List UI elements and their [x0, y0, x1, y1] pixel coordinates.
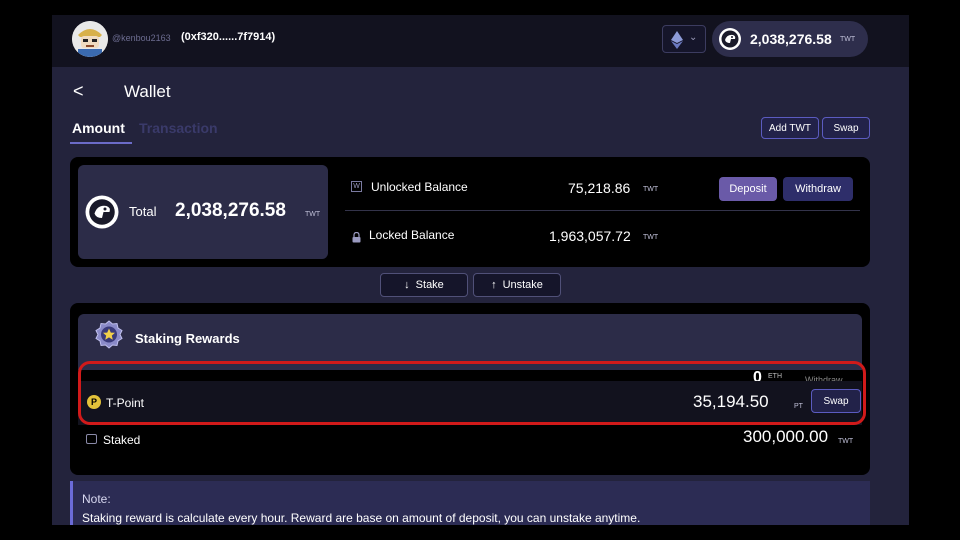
- ethereum-icon: [671, 31, 683, 54]
- staked-wallet-icon: [86, 434, 97, 444]
- arrow-up-icon: ↑: [491, 279, 497, 291]
- unlocked-balance-amount: 75,218.86: [568, 180, 631, 196]
- avatar[interactable]: [72, 21, 108, 57]
- wallet-icon: W: [351, 181, 362, 192]
- wallet-address[interactable]: (0xf320......7f7914): [181, 31, 275, 43]
- total-amount: 2,038,276.58: [175, 200, 286, 221]
- unstake-button-label: Unstake: [502, 279, 543, 291]
- username: @kenbou2163: [112, 33, 171, 43]
- tpoint-highlight-outline: [78, 361, 866, 425]
- staking-rewards-title: Staking Rewards: [135, 331, 240, 346]
- back-chevron-icon[interactable]: <: [73, 81, 84, 102]
- header-balance-amount: 2,038,276.58: [750, 31, 832, 47]
- unstake-button[interactable]: ↑ Unstake: [473, 273, 561, 297]
- divider: [345, 210, 860, 211]
- wallet-app: @kenbou2163 (0xf320......7f7914) ⌄ 2,038…: [52, 15, 909, 525]
- staked-amount: 300,000.00: [743, 427, 829, 446]
- unlocked-balance-label: Unlocked Balance: [371, 180, 468, 194]
- unlocked-balance-unit: TWT: [643, 186, 659, 193]
- stake-button[interactable]: ↓ Stake: [380, 273, 468, 297]
- page-title: Wallet: [124, 82, 171, 101]
- stake-button-label: Stake: [415, 279, 444, 291]
- locked-balance-label: Locked Balance: [369, 228, 455, 242]
- locked-balance-unit: TWT: [643, 234, 659, 241]
- top-bar: @kenbou2163 (0xf320......7f7914) ⌄ 2,038…: [52, 15, 909, 67]
- staked-label: Staked: [103, 433, 141, 447]
- active-tab-indicator: [70, 142, 132, 144]
- avatar-image-icon: [72, 21, 108, 57]
- lock-icon: [352, 230, 361, 248]
- note-box: Note: Staking reward is calculate every …: [70, 481, 870, 525]
- tab-amount[interactable]: Amount: [72, 120, 125, 136]
- total-label: Total: [129, 204, 157, 219]
- balance-panel: Total 2,038,276.58 TWT W Unlocked Balanc…: [70, 157, 870, 267]
- medal-icon: [94, 320, 124, 357]
- tab-transaction[interactable]: Transaction: [139, 120, 218, 136]
- staked-unit: TWT: [838, 438, 854, 445]
- note-title: Note:: [82, 492, 111, 506]
- add-twt-button[interactable]: Add TWT: [761, 117, 819, 139]
- header-balance-unit: TWT: [840, 36, 856, 43]
- locked-balance-amount: 1,963,057.72: [549, 228, 631, 244]
- arrow-down-icon: ↓: [404, 279, 410, 291]
- total-unit: TWT: [305, 211, 321, 218]
- note-text: Staking reward is calculate every hour. …: [82, 511, 641, 525]
- balance-pill: 2,038,276.58 TWT: [712, 21, 868, 57]
- total-card: Total 2,038,276.58 TWT: [78, 165, 328, 259]
- twt-coin-icon: [84, 194, 120, 235]
- twt-coin-icon: [718, 27, 742, 56]
- deposit-button[interactable]: Deposit: [719, 177, 777, 201]
- withdraw-button[interactable]: Withdraw: [783, 177, 853, 201]
- chevron-down-icon: ⌄: [689, 32, 698, 43]
- swap-button[interactable]: Swap: [822, 117, 870, 139]
- network-select[interactable]: ⌄: [662, 25, 706, 53]
